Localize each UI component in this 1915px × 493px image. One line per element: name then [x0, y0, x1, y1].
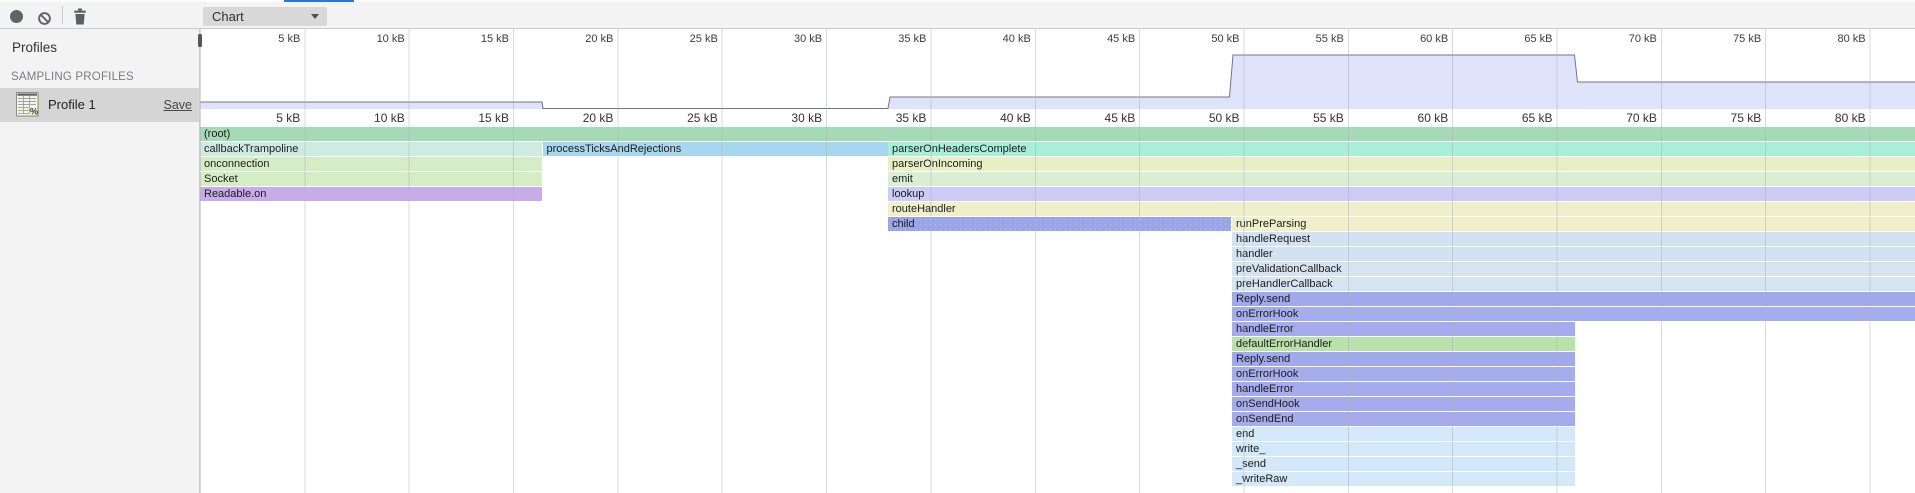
svg-text:%: % — [30, 107, 38, 117]
